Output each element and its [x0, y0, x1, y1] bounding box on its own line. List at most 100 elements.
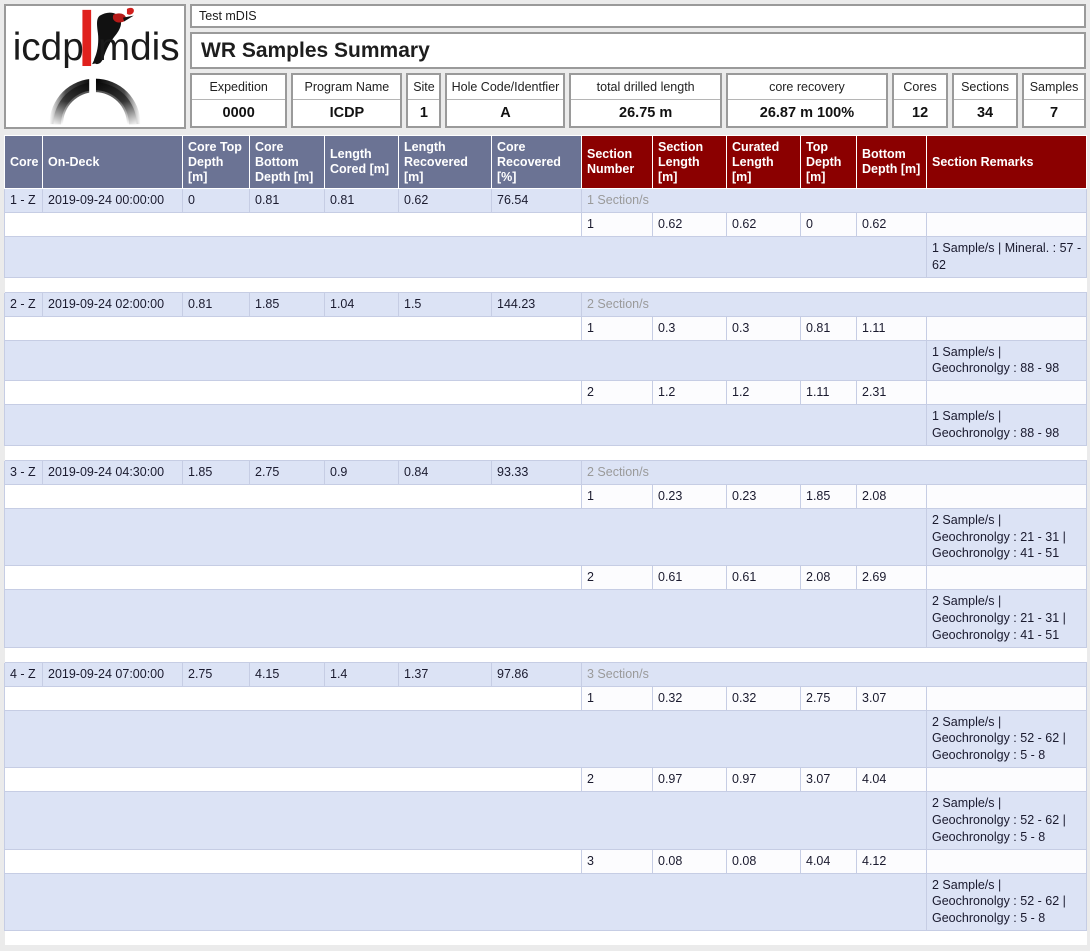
core-bottom-depth-cell: 0.81 [250, 189, 325, 213]
col-header-length-recovered[interactable]: Length Recovered [m] [399, 136, 492, 189]
sample-row-left-spacer [5, 792, 927, 850]
core-recovered-pct-cell: 93.33 [492, 460, 582, 484]
sample-row-left-spacer [5, 710, 927, 768]
core-length-cored-cell: 0.81 [325, 189, 399, 213]
core-length-recovered-cell: 0.84 [399, 460, 492, 484]
section-length-cell: 0.08 [653, 849, 727, 873]
sample-row-left-spacer [5, 590, 927, 648]
sample-remarks-cell: 2 Sample/s | Geochronolgy : 52 - 62 | Ge… [927, 873, 1087, 931]
meta-core-recovery-label: core recovery [728, 75, 886, 100]
col-header-length-cored[interactable]: Length Cored [m] [325, 136, 399, 189]
core-section-count-cell: 2 Section/s [582, 292, 1087, 316]
section-bottom-depth-cell: 4.12 [857, 849, 927, 873]
sample-row-left-spacer [5, 873, 927, 931]
sample-remarks-cell: 2 Sample/s | Geochronolgy : 52 - 62 | Ge… [927, 710, 1087, 768]
core-row[interactable]: 1 - Z2019-09-24 00:00:0000.810.810.6276.… [5, 189, 1087, 213]
col-header-section-remarks[interactable]: Section Remarks [927, 136, 1087, 189]
core-top-depth-cell: 2.75 [183, 662, 250, 686]
section-row[interactable]: 20.970.973.074.04 [5, 768, 1087, 792]
meta-cores-label: Cores [894, 75, 946, 100]
section-row[interactable]: 21.21.21.112.31 [5, 381, 1087, 405]
section-row[interactable]: 30.080.084.044.12 [5, 849, 1087, 873]
section-curated-length-cell: 0.62 [727, 213, 801, 237]
section-number-cell: 1 [582, 316, 653, 340]
section-top-depth-cell: 3.07 [801, 768, 857, 792]
core-group-spacer [5, 277, 1087, 292]
section-remarks-cell [927, 381, 1087, 405]
section-curated-length-cell: 0.23 [727, 484, 801, 508]
section-length-cell: 0.61 [653, 566, 727, 590]
sample-row[interactable]: 2 Sample/s | Geochronolgy : 52 - 62 | Ge… [5, 792, 1087, 850]
app-subtitle: Test mDIS [190, 4, 1086, 28]
samples-summary-table-wrapper: Core On-Deck Core Top Depth [m] Core Bot… [0, 135, 1090, 945]
section-bottom-depth-cell: 4.04 [857, 768, 927, 792]
core-group-spacer [5, 931, 1087, 946]
section-curated-length-cell: 0.32 [727, 686, 801, 710]
col-header-core-top-depth[interactable]: Core Top Depth [m] [183, 136, 250, 189]
col-header-on-deck[interactable]: On-Deck [43, 136, 183, 189]
core-recovered-pct-cell: 97.86 [492, 662, 582, 686]
sample-row[interactable]: 1 Sample/s | Geochronolgy : 88 - 98 [5, 405, 1087, 446]
section-number-cell: 2 [582, 381, 653, 405]
section-top-depth-cell: 0 [801, 213, 857, 237]
section-top-depth-cell: 2.08 [801, 566, 857, 590]
col-header-section-number[interactable]: Section Number [582, 136, 653, 189]
section-row[interactable]: 10.620.6200.62 [5, 213, 1087, 237]
col-header-core[interactable]: Core [5, 136, 43, 189]
sample-row-left-spacer [5, 405, 927, 446]
svg-text:icdp: icdp [13, 26, 84, 69]
core-row[interactable]: 4 - Z2019-09-24 07:00:002.754.151.41.379… [5, 662, 1087, 686]
section-row[interactable]: 10.320.322.753.07 [5, 686, 1087, 710]
sample-row-left-spacer [5, 508, 927, 566]
meta-expedition-value: 0000 [192, 100, 285, 126]
sample-row[interactable]: 2 Sample/s | Geochronolgy : 21 - 31 | Ge… [5, 508, 1087, 566]
section-row-left-spacer [5, 768, 582, 792]
col-header-bottom-depth[interactable]: Bottom Depth [m] [857, 136, 927, 189]
svg-text:mdis: mdis [98, 26, 180, 69]
section-curated-length-cell: 1.2 [727, 381, 801, 405]
section-length-cell: 0.62 [653, 213, 727, 237]
col-header-core-recovered-pct[interactable]: Core Recovered [%] [492, 136, 582, 189]
section-curated-length-cell: 0.61 [727, 566, 801, 590]
core-length-recovered-cell: 1.5 [399, 292, 492, 316]
page-header: icdp mdis Test mDIS WR Samples Summary E… [0, 0, 1090, 135]
section-row[interactable]: 10.30.30.811.11 [5, 316, 1087, 340]
sample-row[interactable]: 1 Sample/s | Mineral. : 57 - 62 [5, 237, 1087, 278]
meta-cores-value: 12 [894, 100, 946, 126]
core-row[interactable]: 2 - Z2019-09-24 02:00:000.811.851.041.51… [5, 292, 1087, 316]
sample-row[interactable]: 2 Sample/s | Geochronolgy : 21 - 31 | Ge… [5, 590, 1087, 648]
core-group-spacer-cell [5, 931, 1087, 946]
sample-remarks-cell: 2 Sample/s | Geochronolgy : 21 - 31 | Ge… [927, 508, 1087, 566]
page-title: WR Samples Summary [190, 32, 1086, 69]
core-on-deck-cell: 2019-09-24 07:00:00 [43, 662, 183, 686]
section-length-cell: 0.32 [653, 686, 727, 710]
section-bottom-depth-cell: 2.69 [857, 566, 927, 590]
col-header-core-bottom-depth[interactable]: Core Bottom Depth [m] [250, 136, 325, 189]
dome-icon [50, 76, 141, 124]
section-row[interactable]: 20.610.612.082.69 [5, 566, 1087, 590]
section-number-cell: 1 [582, 686, 653, 710]
sample-remarks-cell: 1 Sample/s | Mineral. : 57 - 62 [927, 237, 1087, 278]
sample-row[interactable]: 2 Sample/s | Geochronolgy : 52 - 62 | Ge… [5, 873, 1087, 931]
wr-samples-summary-table: Core On-Deck Core Top Depth [m] Core Bot… [4, 135, 1087, 945]
section-curated-length-cell: 0.3 [727, 316, 801, 340]
core-length-cored-cell: 1.4 [325, 662, 399, 686]
meta-cores: Cores 12 [892, 73, 948, 128]
col-header-top-depth[interactable]: Top Depth [m] [801, 136, 857, 189]
meta-samples-label: Samples [1024, 75, 1084, 100]
section-remarks-cell [927, 768, 1087, 792]
core-group-spacer-cell [5, 647, 1087, 662]
core-row[interactable]: 3 - Z2019-09-24 04:30:001.852.750.90.849… [5, 460, 1087, 484]
meta-samples-value: 7 [1024, 100, 1084, 126]
sample-row[interactable]: 1 Sample/s | Geochronolgy : 88 - 98 [5, 340, 1087, 381]
section-row[interactable]: 10.230.231.852.08 [5, 484, 1087, 508]
section-row-left-spacer [5, 849, 582, 873]
col-header-curated-length[interactable]: Curated Length [m] [727, 136, 801, 189]
section-length-cell: 1.2 [653, 381, 727, 405]
col-header-section-length[interactable]: Section Length [m] [653, 136, 727, 189]
section-bottom-depth-cell: 1.11 [857, 316, 927, 340]
section-bottom-depth-cell: 2.08 [857, 484, 927, 508]
section-remarks-cell [927, 566, 1087, 590]
sample-row[interactable]: 2 Sample/s | Geochronolgy : 52 - 62 | Ge… [5, 710, 1087, 768]
section-top-depth-cell: 1.85 [801, 484, 857, 508]
